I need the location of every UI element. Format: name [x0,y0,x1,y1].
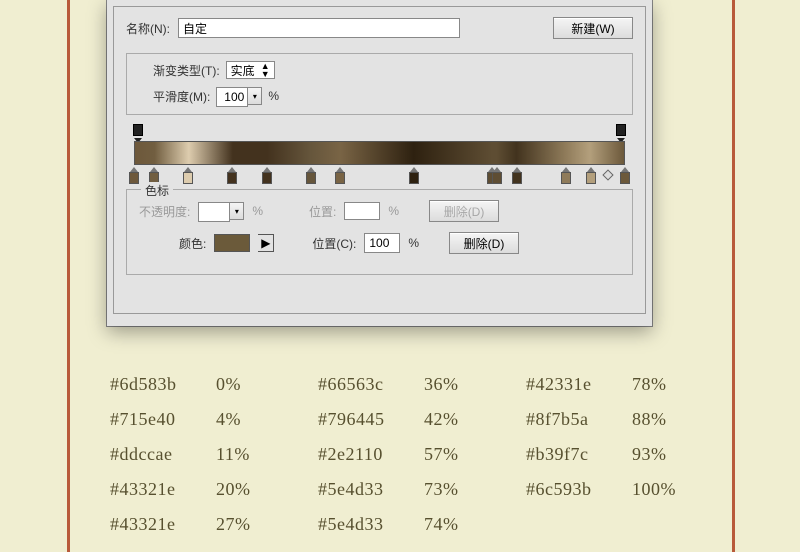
stop-hex: #715e40 [110,403,214,436]
stops-fieldset: 色标 不透明度: ▾ % 位置: % 删除(D) 颜色: ▶ [126,189,633,275]
stop-pct: 73% [424,473,524,506]
stop-hex: #42331e [526,368,630,401]
color-location-label: 位置(C): [312,235,356,252]
color-stop[interactable] [182,167,194,183]
color-stop[interactable] [148,167,160,183]
gradient-settings-fieldset: 渐变类型(T): 实底 ▲▼ 平滑度(M): ▾ % [126,53,633,115]
stop-pct: 11% [216,438,316,471]
gradient-bar[interactable] [134,141,625,165]
color-stop[interactable] [585,167,597,183]
percent-sign: % [408,236,419,250]
stop-pct: 88% [632,403,732,436]
smoothness-input[interactable] [216,87,248,107]
stop-hex: #8f7b5a [526,403,630,436]
stop-pct: 78% [632,368,732,401]
smoothness-spinner[interactable]: ▾ [216,87,262,105]
percent-sign: % [268,89,279,103]
opacity-stop[interactable] [132,125,144,139]
name-row: 名称(N): 新建(W) [126,17,633,39]
stop-hex: #5e4d33 [318,508,422,541]
opacity-stop[interactable] [615,125,627,139]
color-location-input[interactable] [364,233,400,253]
opacity-dropdown-icon: ▾ [230,202,244,220]
stop-pct: 42% [424,403,524,436]
name-input[interactable] [178,18,460,38]
stop-hex: #43321e [110,473,214,506]
stop-hex: #b39f7c [526,438,630,471]
color-stop[interactable] [408,167,420,183]
color-stop[interactable] [619,167,631,183]
gradient-type-value: 实底 [231,62,255,79]
name-label: 名称(N): [126,20,170,37]
smoothness-dropdown-icon[interactable]: ▾ [248,87,262,105]
color-stop[interactable] [128,167,140,183]
stop-hex: #6c593b [526,473,630,506]
color-stop[interactable] [261,167,273,183]
gradient-type-select[interactable]: 实底 ▲▼ [226,61,275,79]
opacity-stop-row: 不透明度: ▾ % 位置: % 删除(D) [139,200,620,222]
stop-hex: #2e2110 [318,438,422,471]
stops-legend: 色标 [141,182,173,199]
stop-hex: #5e4d33 [318,473,422,506]
color-stop-row: 颜色: ▶ 位置(C): % 删除(D) [139,232,620,254]
color-stop-table: #6d583b0%#66563c36%#42331e78% #715e404%#7… [108,366,734,543]
percent-sign: % [252,204,263,218]
updown-icon: ▲▼ [261,62,270,78]
gradient-type-label: 渐变类型(T): [153,62,220,79]
gradient-editor-panel: 名称(N): 新建(W) 渐变类型(T): 实底 ▲▼ 平滑度(M): ▾ [107,0,652,326]
stop-hex: #6d583b [110,368,214,401]
stop-hex: #66563c [318,368,422,401]
color-picker-button[interactable]: ▶ [258,234,274,252]
color-label: 颜色: [179,235,206,252]
opacity-location-input [344,202,380,220]
smoothness-row: 平滑度(M): ▾ % [153,87,620,105]
color-stop[interactable] [491,167,503,183]
color-stop[interactable] [560,167,572,183]
percent-sign: % [388,204,399,218]
color-delete-button[interactable]: 删除(D) [449,232,519,254]
opacity-input [198,202,230,222]
stop-pct: 0% [216,368,316,401]
color-stop[interactable] [511,167,523,183]
opacity-delete-button: 删除(D) [429,200,499,222]
stop-pct: 74% [424,508,524,541]
opacity-spinner: ▾ [198,202,244,220]
panel-inner: 名称(N): 新建(W) 渐变类型(T): 实底 ▲▼ 平滑度(M): ▾ [113,6,646,314]
gradient-preview-area [126,127,633,183]
stop-pct: 4% [216,403,316,436]
opacity-label: 不透明度: [139,203,190,220]
stop-pct: 100% [632,473,732,506]
stop-pct: 57% [424,438,524,471]
smoothness-label: 平滑度(M): [153,88,210,105]
stop-pct: 27% [216,508,316,541]
stop-pct: 36% [424,368,524,401]
stop-hex: #ddccae [110,438,214,471]
stop-pct [632,508,732,541]
opacity-location-label: 位置: [309,203,336,220]
stop-hex: #796445 [318,403,422,436]
stop-hex [526,508,630,541]
stop-hex: #43321e [110,508,214,541]
color-stop[interactable] [305,167,317,183]
color-stop[interactable] [226,167,238,183]
gradient-type-row: 渐变类型(T): 实底 ▲▼ [153,61,620,79]
new-button[interactable]: 新建(W) [553,17,633,39]
stop-pct: 93% [632,438,732,471]
stop-pct: 20% [216,473,316,506]
color-swatch[interactable] [214,234,250,252]
midpoint-diamond[interactable] [602,169,613,180]
color-stop[interactable] [334,167,346,183]
